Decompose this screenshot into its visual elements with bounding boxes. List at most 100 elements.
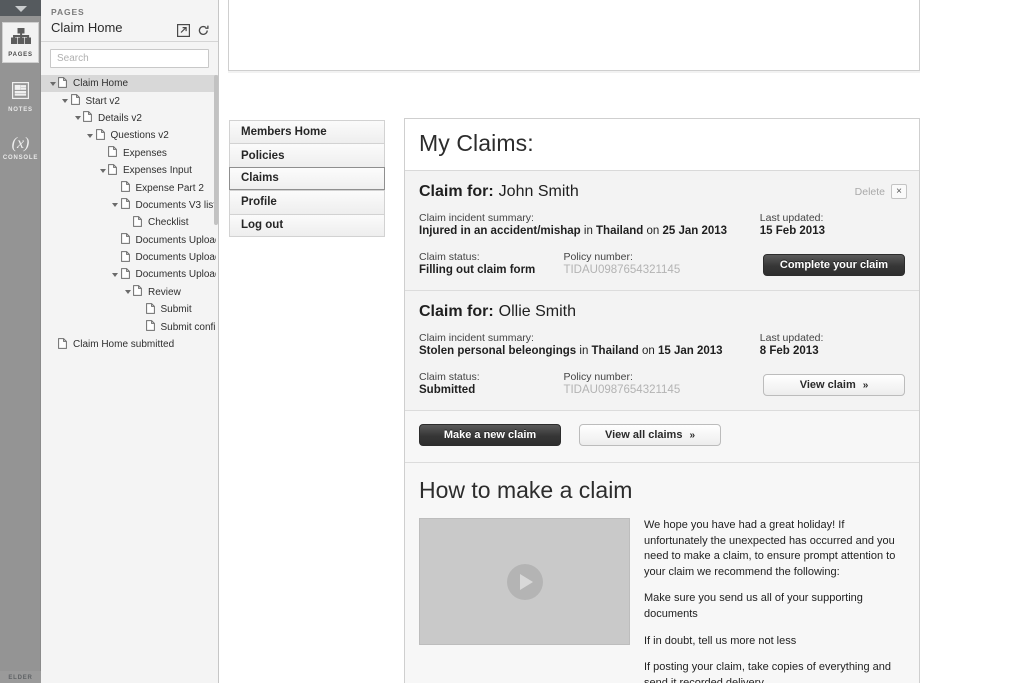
- incident-type: Stolen personal beleongings: [419, 345, 577, 357]
- page-icon: [58, 76, 69, 91]
- page-icon: [120, 268, 132, 282]
- incident-date: 25 Jan 2013: [662, 225, 728, 237]
- claim-action-label: Complete your claim: [779, 259, 889, 271]
- claim-action-button[interactable]: View claim »: [763, 374, 905, 396]
- how-to-paragraph: If in doubt, tell us more not less: [644, 634, 797, 647]
- page-icon: [120, 198, 132, 212]
- rail-collapse-button[interactable]: [0, 0, 41, 16]
- tree-item-label: Documents Upload V: [135, 234, 217, 246]
- tree-item[interactable]: Expenses: [41, 145, 218, 162]
- search-input[interactable]: [50, 49, 209, 68]
- delete-label[interactable]: Delete: [855, 186, 885, 198]
- claim-for-label: Claim for:: [419, 303, 494, 320]
- tree-scrollbar[interactable]: [214, 75, 218, 225]
- claims-heading: My Claims:: [419, 130, 534, 156]
- tree-item[interactable]: Claim Home: [41, 75, 218, 93]
- chevron-right-icon: »: [689, 429, 696, 441]
- claim-for-label: Claim for:: [419, 183, 494, 200]
- tree-item[interactable]: Documents Upload V: [41, 249, 218, 266]
- tree-item[interactable]: Questions v2: [41, 127, 218, 144]
- claims-list: Claim for: John Smith Delete × Claim inciden…: [405, 171, 919, 411]
- page-tree[interactable]: Claim Home Start v2 Details v2 Questions v2…: [41, 75, 218, 555]
- tree-item[interactable]: Expenses Input: [41, 162, 218, 179]
- tree-item[interactable]: Expense Part 2: [41, 179, 218, 196]
- rail-item-pages-label: PAGES: [8, 52, 33, 58]
- tree-item[interactable]: Review: [41, 284, 218, 301]
- incident-type: Injured in an accident/mishap: [419, 225, 581, 237]
- page-icon: [108, 163, 119, 178]
- caret-down-icon[interactable]: [122, 290, 133, 295]
- nav-item-claims[interactable]: Claims: [229, 166, 385, 191]
- caret-down-icon[interactable]: [97, 168, 108, 173]
- caret-down-icon[interactable]: [72, 116, 83, 121]
- notes-icon: [11, 81, 30, 104]
- tree-item[interactable]: Documents Upload v: [41, 266, 218, 283]
- policy-number-value: TIDAU0987654321145: [563, 384, 681, 396]
- rail-item-console[interactable]: (x) CONSOLE: [2, 131, 39, 165]
- incident-summary-label: Claim incident summary:: [419, 332, 534, 344]
- play-triangle: [520, 573, 533, 590]
- claim-card: Claim for: Ollie Smith Claim incident summ…: [405, 291, 919, 411]
- tree-item-label: Expenses Input: [123, 165, 192, 177]
- tree-item-label: Details v2: [98, 112, 142, 124]
- nav-item-profile[interactable]: Profile: [229, 190, 385, 214]
- chevron-right-icon: »: [862, 379, 869, 391]
- incident-connector-2: on: [643, 225, 663, 237]
- rail-item-notes-label: NOTES: [8, 107, 33, 113]
- nav-item-log-out[interactable]: Log out: [229, 213, 385, 237]
- caret-down-icon[interactable]: [60, 99, 71, 104]
- search-container: [41, 42, 218, 75]
- claim-status-label: Claim status:: [419, 251, 480, 263]
- rail-item-pages[interactable]: PAGES: [2, 22, 39, 63]
- claim-action-button[interactable]: Complete your claim: [763, 254, 905, 276]
- caret-down-icon[interactable]: [110, 272, 121, 277]
- caret-down-icon[interactable]: [110, 203, 121, 208]
- incident-summary-value: Injured in an accident/mishap in Thailan…: [419, 225, 760, 237]
- claim-status-value: Filling out claim form: [419, 264, 536, 276]
- nav-item-members-home[interactable]: Members Home: [229, 120, 385, 144]
- tree-item[interactable]: Start v2: [41, 92, 218, 109]
- rail-item-notes[interactable]: NOTES: [2, 77, 39, 117]
- close-icon[interactable]: ×: [891, 184, 907, 199]
- incident-location: Thailand: [596, 225, 644, 237]
- tree-item[interactable]: Details v2: [41, 110, 218, 127]
- tree-item[interactable]: Documents Upload V: [41, 232, 218, 249]
- rail-footer-label: ELDER: [8, 675, 33, 681]
- page-icon: [83, 111, 94, 125]
- tree-item-label: Review: [148, 286, 181, 298]
- policy-number-label: Policy number:: [563, 251, 633, 263]
- tree-item[interactable]: Submit confirm: [41, 318, 218, 335]
- page-icon: [145, 302, 157, 317]
- incident-connector-2: on: [638, 345, 658, 357]
- site-nav[interactable]: Members Home Policies Claims Profile Log out: [229, 120, 385, 237]
- tree-item[interactable]: Documents V3 list: [41, 197, 218, 214]
- claim-status-value: Submitted: [419, 384, 476, 396]
- pages-panel-header: PAGES Claim Home: [41, 0, 218, 41]
- make-new-claim-button[interactable]: Make a new claim: [419, 424, 561, 446]
- tree-item-label: Documents Upload V: [135, 252, 217, 264]
- play-icon[interactable]: [506, 563, 543, 600]
- policy-number-label: Policy number:: [563, 371, 633, 383]
- app-window: PAGES NOTES (x) CONSOLE ELDER PAGES Clai…: [0, 0, 1024, 683]
- last-updated-label: Last updated:: [759, 212, 824, 224]
- tree-item[interactable]: Submit: [41, 301, 218, 318]
- claimant-name: John Smith: [498, 183, 579, 200]
- nav-item-policies[interactable]: Policies: [229, 143, 385, 167]
- view-all-claims-button[interactable]: View all claims »: [579, 424, 721, 446]
- tree-item-label: Expense Part 2: [135, 182, 204, 194]
- incident-summary-label: Claim incident summary:: [419, 212, 534, 224]
- caret-down-icon[interactable]: [47, 81, 58, 86]
- claims-panel: My Claims: Claim for: John Smith Delete × Cl…: [404, 118, 920, 683]
- tree-item-label: Documents V3 list: [135, 199, 217, 211]
- how-to-video[interactable]: [419, 518, 630, 645]
- tree-item-label: Claim Home submitted: [73, 339, 175, 351]
- top-empty-panel: [228, 0, 920, 71]
- open-in-new-window-icon[interactable]: [177, 24, 190, 37]
- nav-item-label: Members Home: [241, 126, 327, 139]
- tree-item[interactable]: Claim Home submitted: [41, 336, 218, 353]
- tree-item[interactable]: Checklist: [41, 214, 218, 231]
- caret-down-icon[interactable]: [85, 133, 96, 138]
- page-icon: [120, 250, 132, 265]
- tool-rail: PAGES NOTES (x) CONSOLE ELDER: [0, 0, 41, 683]
- reload-icon[interactable]: [197, 24, 210, 37]
